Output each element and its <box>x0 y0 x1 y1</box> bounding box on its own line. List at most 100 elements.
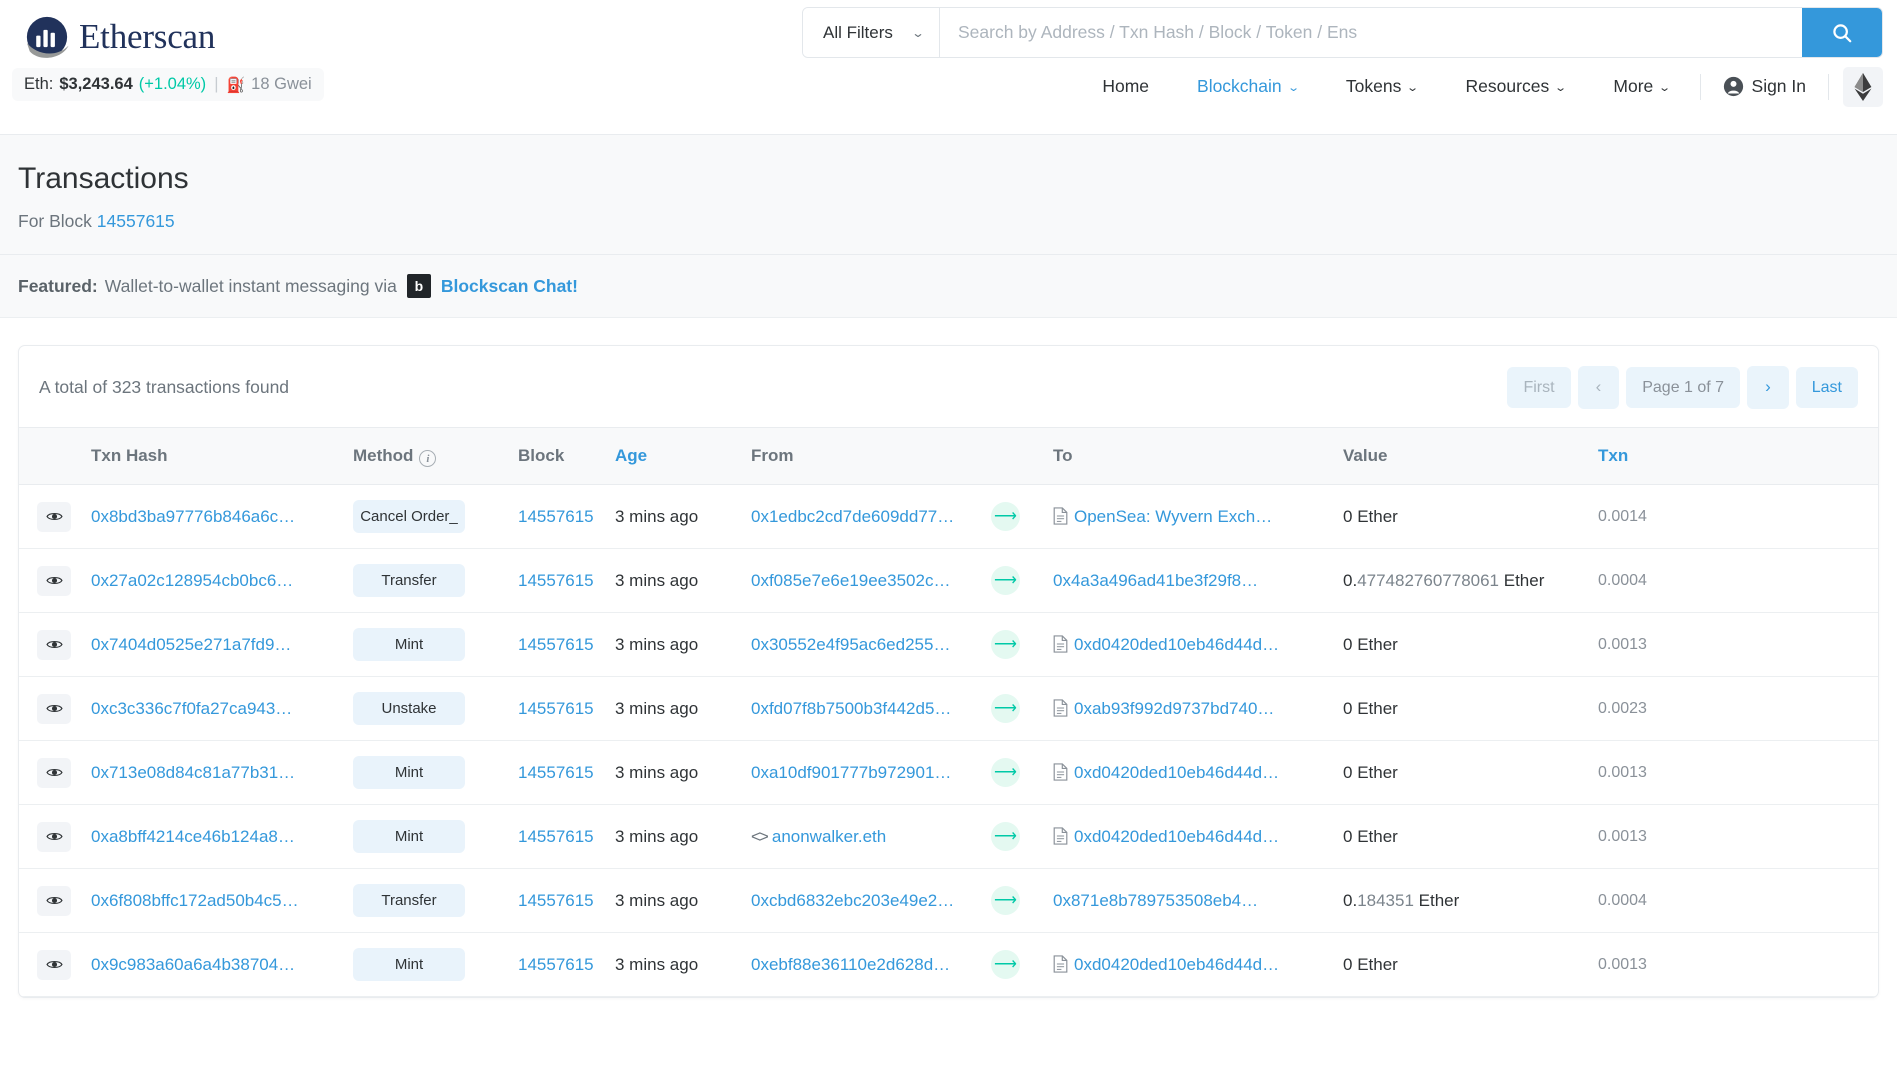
nav-label-tokens: Tokens <box>1345 76 1402 96</box>
from-address-link[interactable]: 0x30552e4f95ac6ed255… <box>751 635 950 654</box>
eye-icon <box>45 833 63 841</box>
search-button[interactable] <box>1802 8 1882 57</box>
cell-txn-fee: 0.0004 <box>1588 548 1878 614</box>
from-address-link[interactable]: 0xfd07f8b7500b3f442d5… <box>751 699 951 718</box>
nav-item-tokens[interactable]: Tokens ⌄ <box>1322 66 1442 107</box>
preview-toggle-button[interactable] <box>37 565 71 596</box>
table-row: 0x713e08d84c81a77b31… Mint 14557615 3 mins … <box>19 740 1878 806</box>
txn-hash-link[interactable]: 0x713e08d84c81a77b31… <box>91 763 295 782</box>
to-address-link[interactable]: 0xd0420ded10eb46d44d… <box>1074 635 1279 654</box>
from-address-link[interactable]: 0x1edbc2cd7de609dd77… <box>751 507 954 526</box>
to-address-link[interactable]: 0xab93f992d9737bd740… <box>1074 699 1274 718</box>
column-header-age[interactable]: Age <box>605 426 741 486</box>
pagination: First ‹ Page 1 of 7 › Last <box>1507 366 1858 409</box>
all-filters-dropdown[interactable]: All Filters ⌄ <box>803 8 940 57</box>
pagination-prev-button[interactable]: ‹ <box>1577 366 1620 409</box>
cell-txn-hash: 0xc3c336c7f0fa27ca943… <box>81 676 343 742</box>
block-link[interactable]: 14557615 <box>518 891 594 910</box>
value-unit: Ether <box>1352 762 1398 782</box>
cell-block: 14557615 <box>508 612 605 678</box>
txn-hash-link[interactable]: 0x27a02c128954cb0bc6… <box>91 571 293 590</box>
txn-hash-link[interactable]: 0x8bd3ba97776b846a6c… <box>91 507 295 526</box>
sign-in-label: Sign In <box>1751 76 1806 96</box>
brand-name: Etherscan <box>79 17 216 56</box>
cell-block: 14557615 <box>508 676 605 742</box>
network-switch-button[interactable] <box>1843 66 1883 107</box>
to-address-link[interactable]: 0x4a3a496ad41be3f29f8… <box>1053 571 1258 590</box>
cell-eye <box>19 932 81 998</box>
cell-value: 0 Ether <box>1333 484 1588 550</box>
chevron-down-icon: ⌄ <box>1286 82 1300 94</box>
to-address-link[interactable]: OpenSea: Wyvern Exch… <box>1074 507 1272 526</box>
txn-hash-link[interactable]: 0x9c983a60a6a4b38704… <box>91 955 295 974</box>
preview-toggle-button[interactable] <box>37 757 71 788</box>
sign-in-button[interactable]: Sign In <box>1707 66 1822 107</box>
cell-txn-hash: 0x7404d0525e271a7fd9… <box>81 612 343 678</box>
table-scroll-container[interactable]: Txn Hash Method i Block Age From To Value… <box>19 426 1878 998</box>
from-address-link[interactable]: 0xa10df901777b972901… <box>751 763 951 782</box>
preview-toggle-button[interactable] <box>37 885 71 916</box>
from-address-link[interactable]: 0xcbd6832ebc203e49e2… <box>751 891 954 910</box>
column-label-method: Method <box>353 445 414 465</box>
block-link[interactable]: 14557615 <box>518 635 594 654</box>
to-address-link[interactable]: 0xd0420ded10eb46d44d… <box>1074 763 1279 782</box>
cell-txn-fee: 0.0014 <box>1588 484 1878 550</box>
block-link[interactable]: 14557615 <box>518 571 594 590</box>
info-icon[interactable]: i <box>419 450 437 468</box>
txn-hash-link[interactable]: 0xc3c336c7f0fa27ca943… <box>91 699 292 718</box>
to-address-link[interactable]: 0xd0420ded10eb46d44d… <box>1074 955 1279 974</box>
from-address-link[interactable]: 0xebf88e36110e2d628d… <box>751 955 950 974</box>
table-row: 0x27a02c128954cb0bc6… Transfer 14557615 3 m… <box>19 548 1878 614</box>
pagination-last-button[interactable]: Last <box>1795 366 1858 408</box>
preview-toggle-button[interactable] <box>37 693 71 724</box>
cell-to: 0xab93f992d9737bd740… <box>1043 676 1333 742</box>
block-link[interactable]: 14557615 <box>518 955 594 974</box>
column-header-txn-fee[interactable]: Txn <box>1588 426 1878 486</box>
value-amount-rest: 477482760778061 <box>1357 570 1500 590</box>
eye-icon <box>45 897 63 905</box>
chevron-down-icon: ⌄ <box>911 25 925 40</box>
cell-txn-hash: 0x8bd3ba97776b846a6c… <box>81 484 343 550</box>
method-badge: Mint <box>353 820 465 854</box>
from-address-link[interactable]: 0xf085e7e6e19ee3502c… <box>751 571 950 590</box>
nav-item-blockchain[interactable]: Blockchain ⌄ <box>1173 66 1322 107</box>
cell-from: 0xebf88e36110e2d628d… <box>741 932 991 998</box>
cell-from: 0xf085e7e6e19ee3502c… <box>741 548 991 614</box>
brand-logo-link[interactable]: Etherscan <box>24 14 215 60</box>
block-link[interactable]: 14557615 <box>518 763 594 782</box>
nav-item-home[interactable]: Home <box>1078 66 1173 107</box>
block-link[interactable]: 14557615 <box>518 827 594 846</box>
eye-icon <box>45 641 63 649</box>
to-address-link[interactable]: 0xd0420ded10eb46d44d… <box>1074 827 1279 846</box>
txn-hash-link[interactable]: 0x7404d0525e271a7fd9… <box>91 635 291 654</box>
txn-hash-link[interactable]: 0xa8bff4214ce46b124a8… <box>91 827 295 846</box>
nav-item-resources[interactable]: Resources ⌄ <box>1442 66 1590 107</box>
from-address-link[interactable]: anonwalker.eth <box>772 827 886 846</box>
nav-item-more[interactable]: More ⌄ <box>1589 66 1693 107</box>
preview-toggle-button[interactable] <box>37 501 71 532</box>
pagination-first-button[interactable]: First <box>1507 366 1571 408</box>
table-row: 0x9c983a60a6a4b38704… Mint 14557615 3 mins … <box>19 932 1878 998</box>
preview-toggle-button[interactable] <box>37 949 71 980</box>
transactions-table: Txn Hash Method i Block Age From To Value… <box>19 426 1878 998</box>
column-header-arrow <box>991 426 1043 486</box>
cell-age: 3 mins ago <box>605 676 741 742</box>
search-input[interactable] <box>940 8 1802 57</box>
blockscan-chat-link[interactable]: Blockscan Chat! <box>441 276 578 297</box>
nav-label-home: Home <box>1102 76 1150 96</box>
block-link[interactable]: 14557615 <box>518 507 594 526</box>
cell-value: 0 Ether <box>1333 612 1588 678</box>
preview-toggle-button[interactable] <box>37 629 71 660</box>
pagination-next-button[interactable]: › <box>1747 366 1789 409</box>
cell-value: 0 Ether <box>1333 676 1588 742</box>
block-link[interactable]: 14557615 <box>518 699 594 718</box>
value-amount-rest: 184351 <box>1357 890 1414 910</box>
search-icon <box>1833 23 1852 42</box>
block-number-link[interactable]: 14557615 <box>97 211 175 231</box>
card-header: A total of 323 transactions found First … <box>19 346 1878 427</box>
txn-hash-link[interactable]: 0x6f808bffc172ad50b4c5… <box>91 891 299 910</box>
preview-toggle-button[interactable] <box>37 821 71 852</box>
value-unit: Ether <box>1352 506 1398 526</box>
to-address-link[interactable]: 0x871e8b789753508eb4… <box>1053 891 1258 910</box>
column-header-method: Method i <box>343 426 508 486</box>
